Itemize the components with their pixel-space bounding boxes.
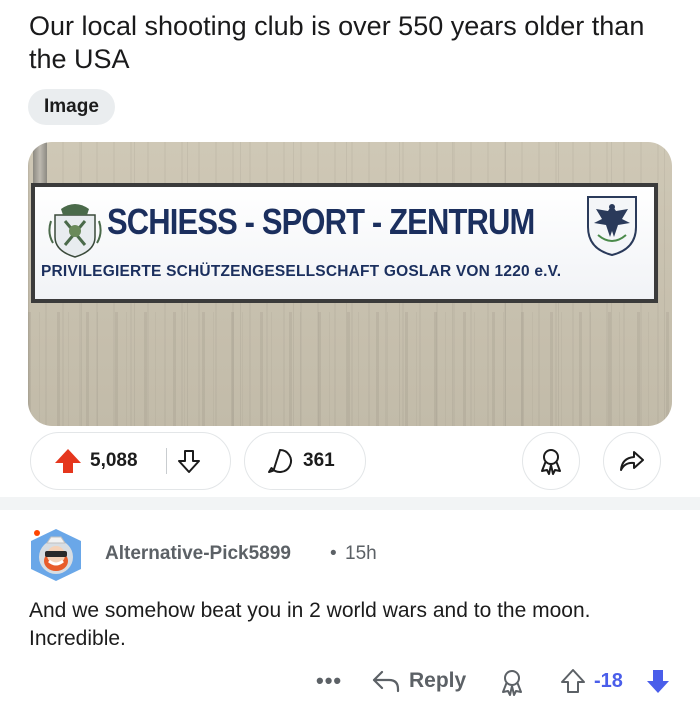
post-flair-tag[interactable]: Image: [28, 89, 115, 125]
share-icon: [620, 451, 644, 471]
avatar[interactable]: [25, 525, 87, 585]
upvote-icon[interactable]: [560, 667, 586, 695]
city-crest-icon: [48, 204, 102, 258]
sign-main-text: SCHIESS - SPORT - ZENTRUM: [107, 201, 535, 242]
meta-separator: •: [330, 543, 337, 564]
more-icon[interactable]: •••: [316, 668, 342, 694]
vote-control: 5,088: [30, 432, 231, 490]
eagle-shield-icon: [587, 196, 637, 257]
wall-streaks: [28, 312, 672, 426]
share-button[interactable]: [603, 432, 661, 490]
upvote-icon[interactable]: [53, 446, 83, 476]
award-icon[interactable]: [499, 668, 525, 696]
club-sign: SCHIESS - SPORT - ZENTRUM PRIVILEGIERTE …: [31, 183, 658, 303]
section-divider: [0, 497, 700, 510]
comment-timestamp: 15h: [345, 543, 377, 564]
upvote-count: 5,088: [90, 450, 138, 471]
comment-action-bar: ••• Reply -18: [0, 662, 700, 702]
vote-separator: [165, 448, 167, 474]
sign-sub-text: PRIVILEGIERTE SCHÜTZENGESELLSCHAFT GOSLA…: [41, 263, 562, 280]
post-action-bar: 5,088 361: [0, 432, 700, 490]
reply-label: Reply: [409, 669, 467, 692]
downvote-icon[interactable]: [177, 448, 201, 474]
comments-button[interactable]: 361: [244, 432, 366, 490]
award-button[interactable]: [522, 432, 580, 490]
comment-icon: [268, 449, 292, 473]
downvote-icon[interactable]: [645, 667, 671, 695]
post-image[interactable]: SCHIESS - SPORT - ZENTRUM PRIVILEGIERTE …: [28, 142, 672, 426]
comment-score: -18: [594, 670, 623, 692]
comment-username[interactable]: Alternative-Pick5899: [105, 543, 291, 565]
post-title[interactable]: Our local shooting club is over 550 year…: [29, 10, 669, 76]
reply-button[interactable]: Reply: [371, 668, 466, 694]
reply-icon: [372, 670, 400, 693]
award-icon: [541, 449, 561, 475]
comment-count: 361: [303, 450, 335, 471]
comment-body: And we somehow beat you in 2 world wars …: [29, 599, 591, 650]
